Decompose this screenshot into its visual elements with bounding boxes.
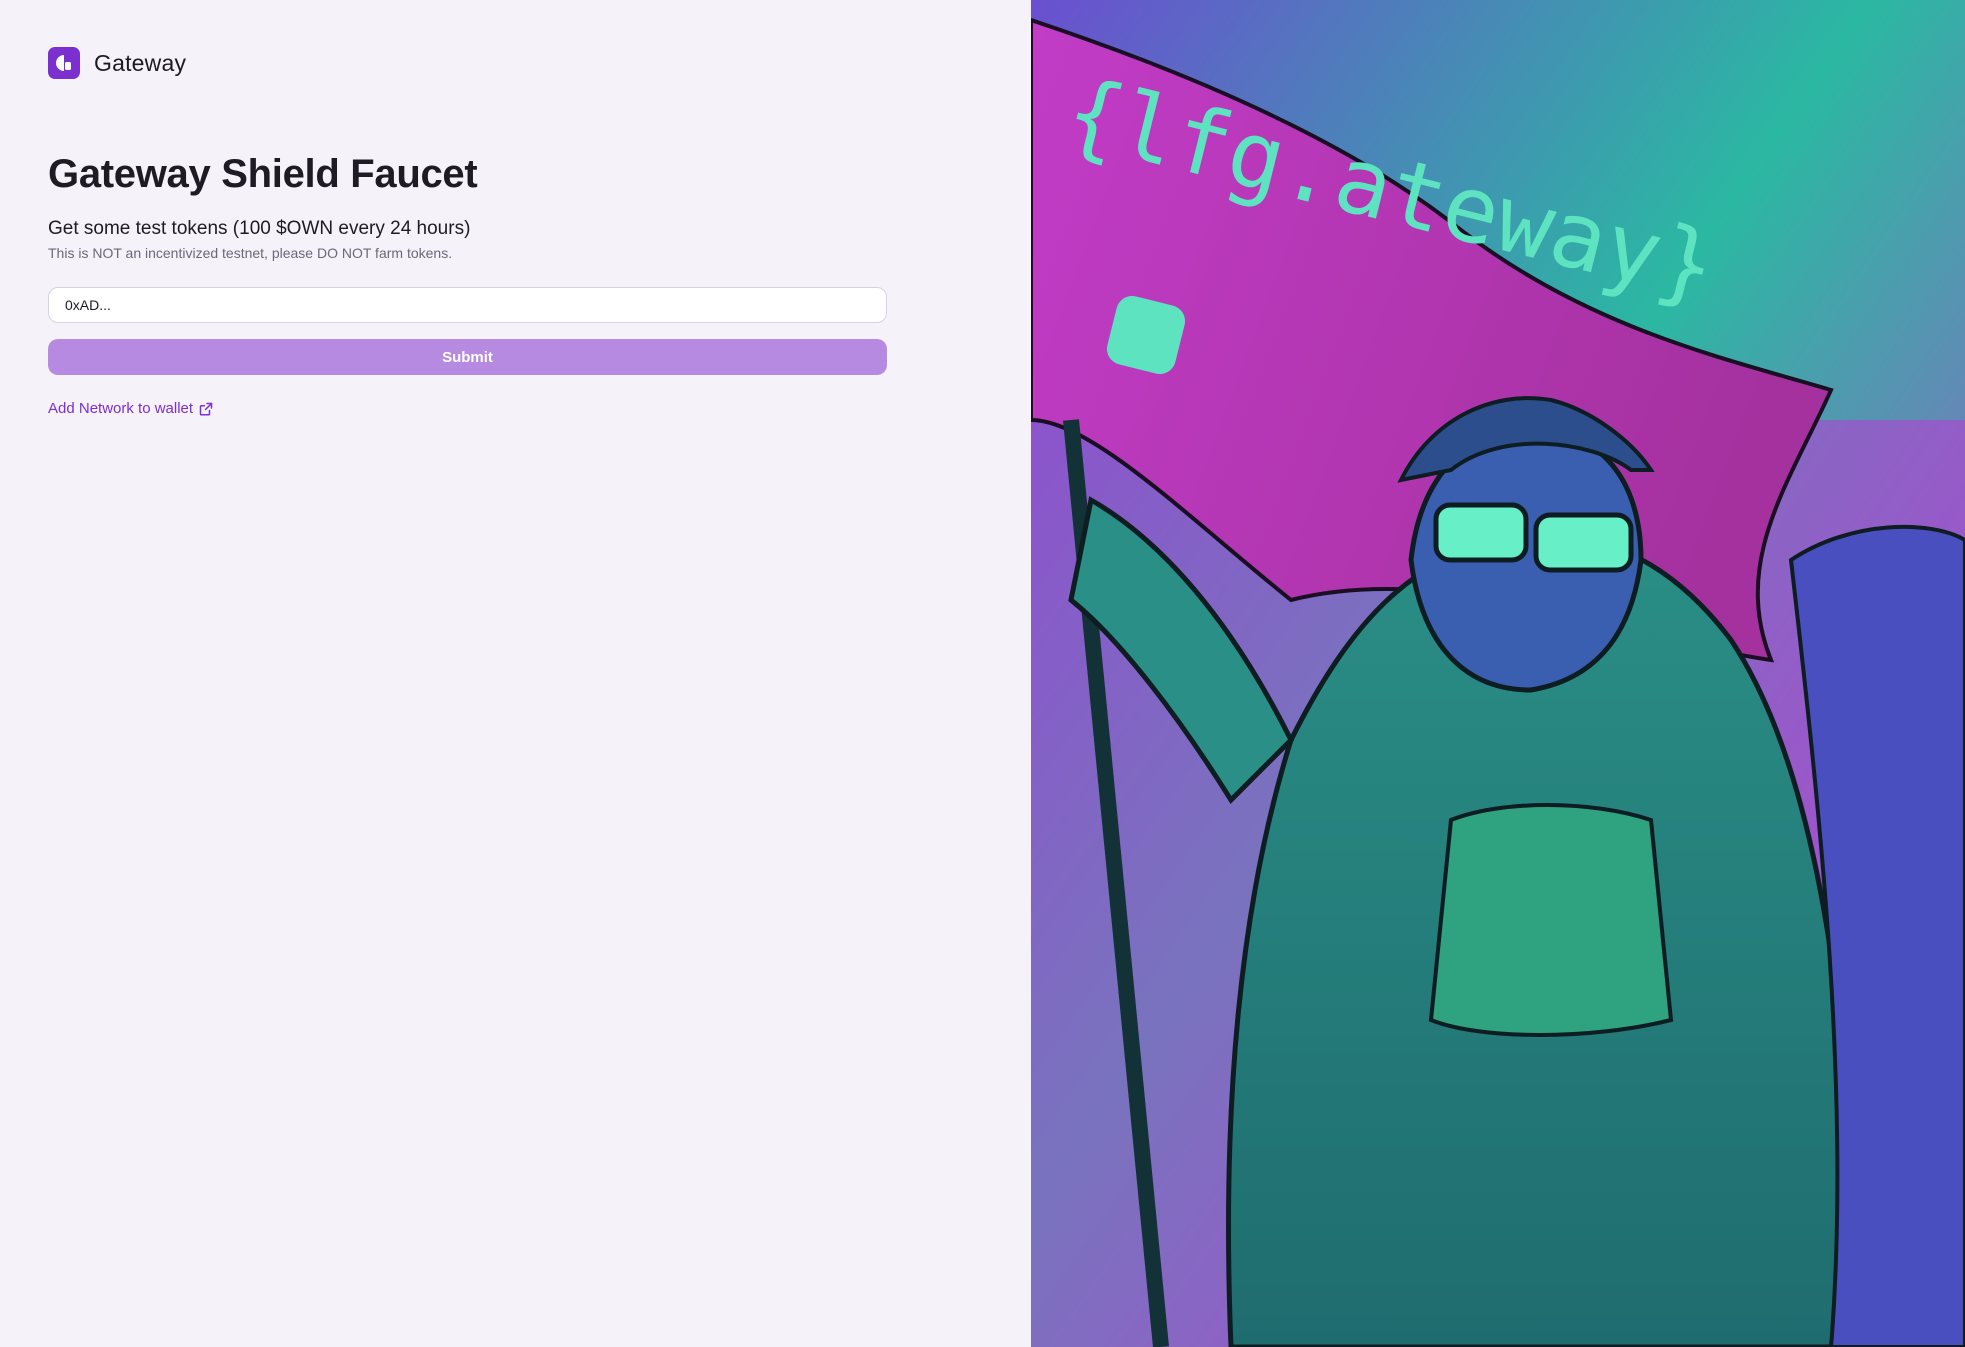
disclaimer-note: This is NOT an incentivized testnet, ple… xyxy=(48,245,453,261)
add-network-label: Add Network to wallet xyxy=(48,400,194,417)
brand-name: Gateway xyxy=(94,49,187,76)
add-network-link[interactable]: Add Network to wallet xyxy=(48,400,213,417)
goggle-right xyxy=(1533,512,1634,573)
hero-panel: {lfg.ateway} xyxy=(1031,0,1965,1347)
faucet-page: Gateway Gateway Shield Faucet Get some t… xyxy=(0,0,1965,1347)
hero-illustration: {lfg.ateway} xyxy=(1031,0,1965,1347)
page-subtitle: Get some test tokens (100 $OWN every 24 … xyxy=(48,218,471,239)
gateway-logo-glyph xyxy=(56,55,71,71)
wallet-address-input[interactable] xyxy=(48,287,887,323)
left-panel: Gateway Gateway Shield Faucet Get some t… xyxy=(0,0,1031,1347)
gateway-logo-icon xyxy=(48,47,80,79)
figure-shirt xyxy=(1428,803,1674,1037)
page-title: Gateway Shield Faucet xyxy=(48,152,478,196)
goggle-left xyxy=(1433,502,1529,563)
brand[interactable]: Gateway xyxy=(48,47,186,79)
submit-button[interactable]: Submit xyxy=(48,339,887,375)
external-link-icon xyxy=(199,402,213,416)
